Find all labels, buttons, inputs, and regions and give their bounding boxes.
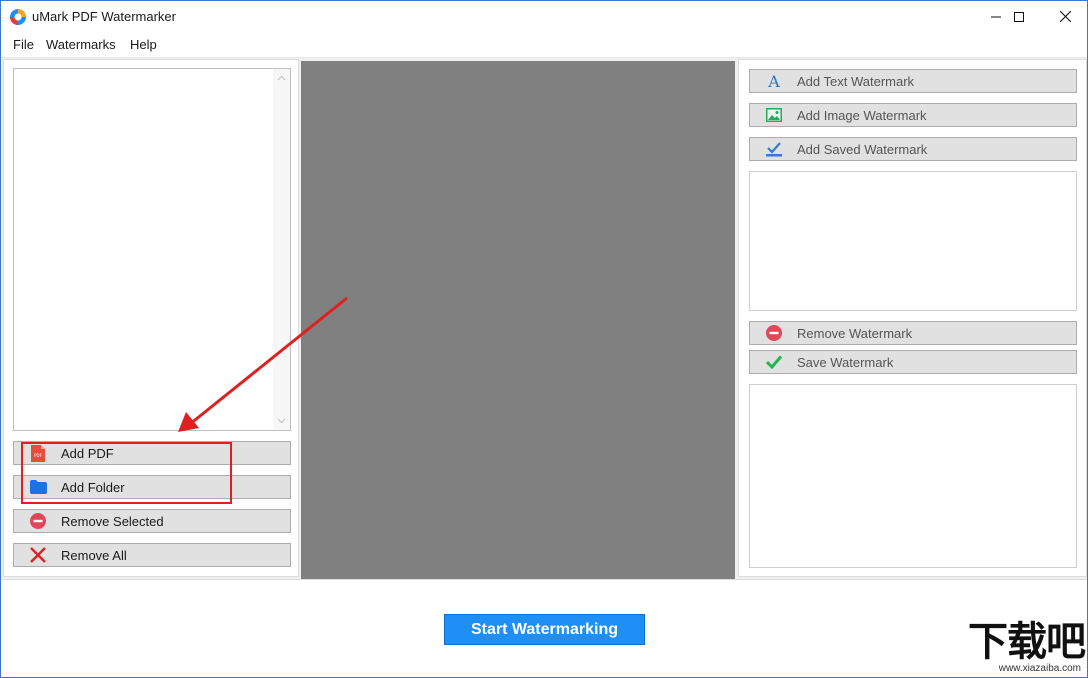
minus-circle-icon (29, 512, 47, 530)
menu-watermarks[interactable]: Watermarks (46, 37, 116, 52)
add-image-watermark-label: Add Image Watermark (797, 107, 927, 123)
add-saved-watermark-label: Add Saved Watermark (797, 141, 928, 157)
site-watermark-logo: 下载吧 (968, 619, 1086, 665)
watermark-panel: A Add Text Watermark Add Image Watermark… (738, 59, 1087, 577)
close-button[interactable] (1042, 1, 1087, 32)
menu-bar: File Watermarks Help (1, 32, 1087, 58)
download-check-icon (765, 140, 783, 158)
window-title: uMark PDF Watermarker (32, 9, 176, 24)
save-watermark-label: Save Watermark (797, 354, 894, 370)
site-watermark: 下载吧 www.xiazaiba.com (949, 619, 1086, 676)
app-logo-icon (10, 9, 26, 25)
text-a-icon: A (765, 72, 783, 90)
remove-watermark-label: Remove Watermark (797, 325, 913, 341)
annotation-highlight-box (21, 442, 232, 504)
site-watermark-url: www.xiazaiba.com (998, 663, 1081, 674)
image-icon (765, 106, 783, 124)
remove-all-label: Remove All (61, 547, 127, 563)
add-text-watermark-button[interactable]: A Add Text Watermark (749, 69, 1077, 93)
watermark-properties-box[interactable] (749, 384, 1077, 568)
close-icon (1059, 11, 1071, 22)
svg-text:A: A (767, 73, 780, 89)
pdf-preview-area[interactable] (301, 61, 735, 579)
bottom-bar: Start Watermarking (1, 579, 1087, 677)
title-bar[interactable]: uMark PDF Watermarker (1, 1, 1087, 32)
remove-selected-label: Remove Selected (61, 513, 164, 529)
add-text-watermark-label: Add Text Watermark (797, 73, 915, 89)
save-watermark-button[interactable]: Save Watermark (749, 350, 1077, 374)
red-x-icon (29, 546, 47, 564)
add-saved-watermark-button[interactable]: Add Saved Watermark (749, 137, 1077, 161)
maximize-icon (1014, 11, 1024, 22)
scroll-up-icon[interactable] (277, 74, 286, 83)
maximize-button[interactable] (996, 1, 1042, 32)
app-window: uMark PDF Watermarker File Watermarks He… (0, 0, 1088, 678)
remove-selected-button[interactable]: Remove Selected (13, 509, 291, 533)
watermark-list[interactable] (749, 171, 1077, 311)
remove-watermark-button[interactable]: Remove Watermark (749, 321, 1077, 345)
scroll-down-icon[interactable] (277, 416, 286, 425)
file-list-scrollbar[interactable] (273, 69, 290, 430)
start-watermarking-button[interactable]: Start Watermarking (444, 614, 645, 645)
green-check-icon (765, 353, 783, 371)
pdf-file-list[interactable] (13, 68, 291, 431)
remove-all-button[interactable]: Remove All (13, 543, 291, 567)
menu-help[interactable]: Help (130, 37, 157, 52)
minus-circle-icon (765, 324, 783, 342)
menu-file[interactable]: File (13, 37, 34, 52)
add-image-watermark-button[interactable]: Add Image Watermark (749, 103, 1077, 127)
